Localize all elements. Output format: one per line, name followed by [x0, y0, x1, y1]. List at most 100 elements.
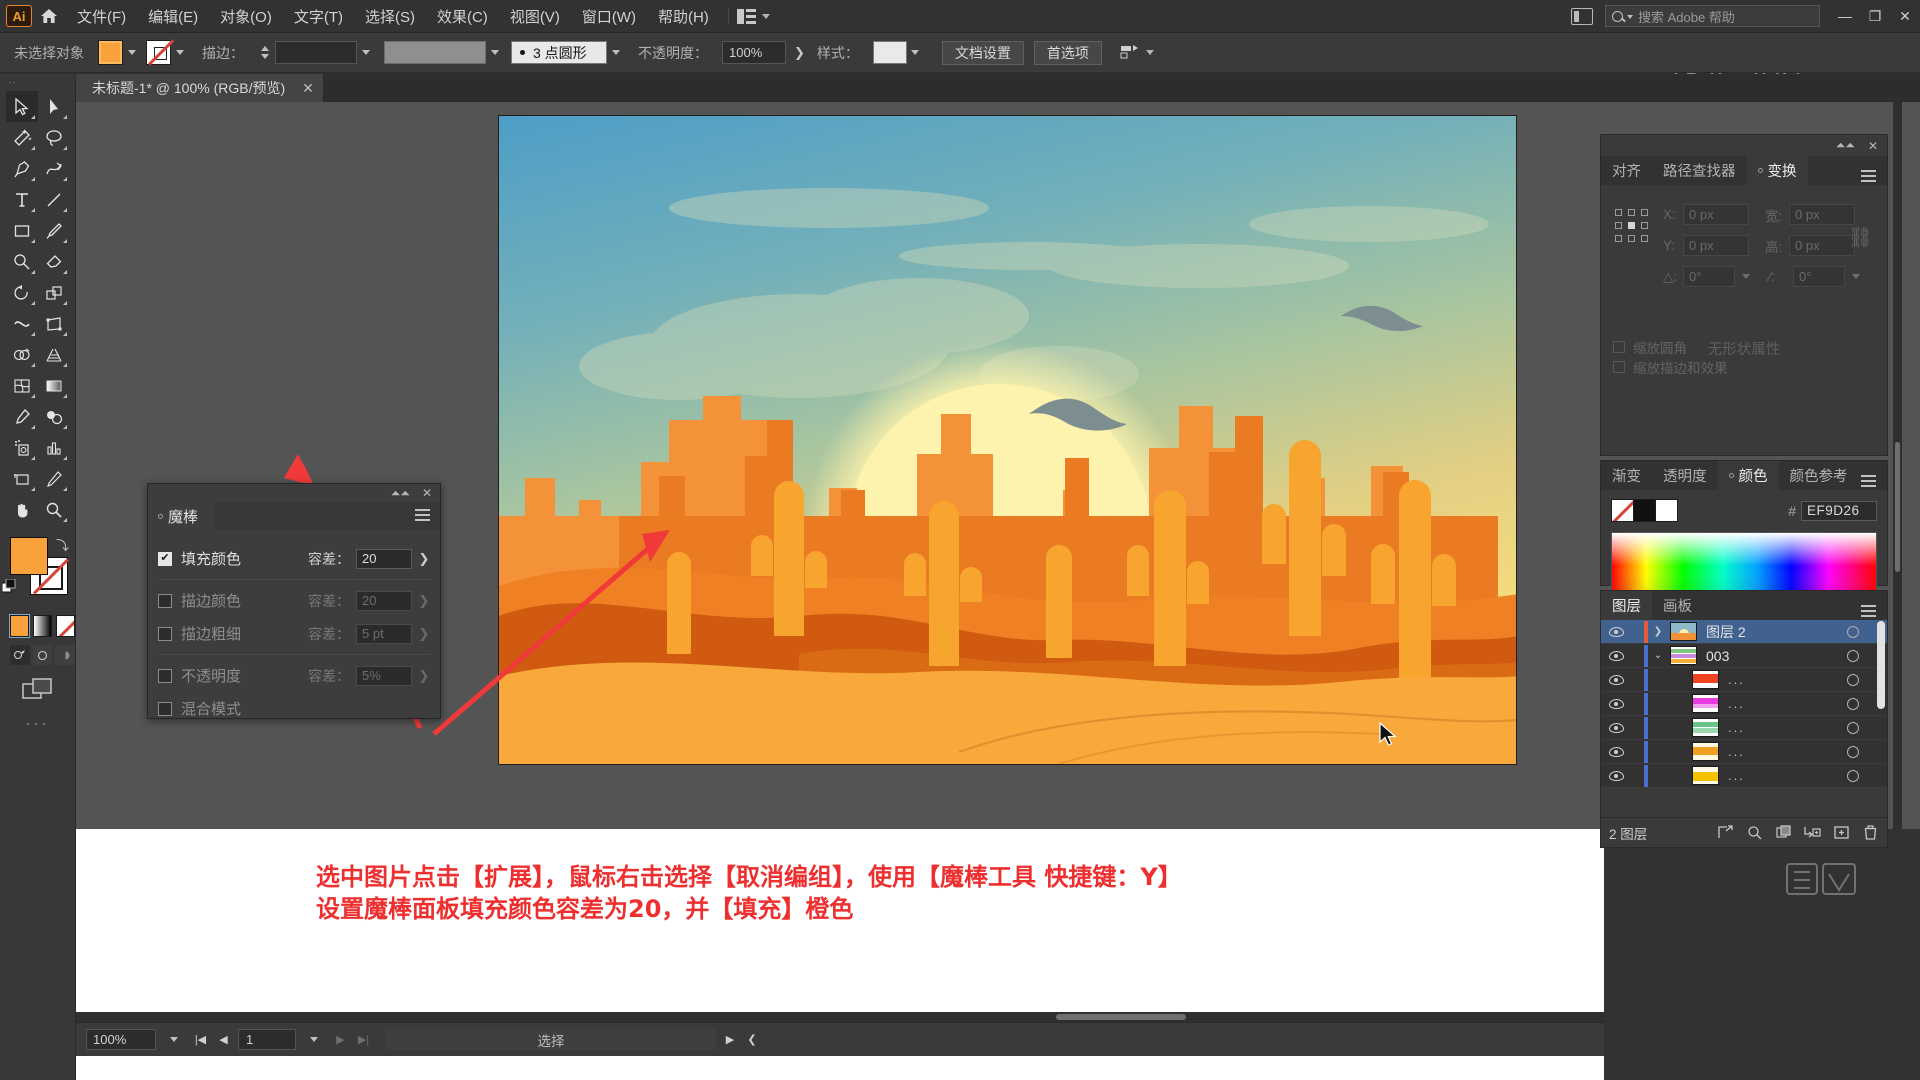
arrange-documents-icon[interactable]	[736, 8, 770, 24]
zoom-level-input[interactable]: 100%	[86, 1029, 156, 1050]
menu-select[interactable]: 选择(S)	[354, 2, 426, 31]
layer-name[interactable]: ...	[1728, 672, 1745, 687]
layer-name[interactable]: 图层 2	[1706, 622, 1746, 642]
locate-object-icon[interactable]	[1717, 824, 1734, 841]
artboard-tool[interactable]	[6, 463, 38, 494]
stroke-weight-stepper[interactable]	[258, 40, 271, 65]
width-tool[interactable]	[6, 308, 38, 339]
scale-corners-checkbox[interactable]: 缩放圆角	[1613, 337, 1875, 357]
tab-color-guide[interactable]: 颜色参考	[1779, 461, 1859, 490]
shape-builder-tool[interactable]	[6, 339, 38, 370]
menu-object[interactable]: 对象(O)	[209, 2, 283, 31]
menu-file[interactable]: 文件(F)	[66, 2, 137, 31]
canvas-vertical-scrollbar[interactable]	[1893, 102, 1902, 829]
wand-row-stroke-weight[interactable]: 描边粗细 容差： 5 pt ❯	[158, 617, 430, 650]
constrain-proportions-icon[interactable]: ⛓	[1848, 225, 1873, 250]
tab-gradient[interactable]: 渐变	[1601, 461, 1652, 490]
weight-tolerance-chevron-icon[interactable]: ❯	[418, 626, 430, 642]
layers-panel[interactable]: 图层 画板 ❯ 图层 2 ⌄ 003 ... ... ... ... ... 2…	[1600, 590, 1888, 848]
color-panel[interactable]: 渐变 透明度 颜色 颜色参考 # EF9D26	[1600, 460, 1888, 600]
screen-mode-icon[interactable]	[0, 677, 75, 701]
visibility-icon[interactable]	[1601, 770, 1631, 781]
draw-behind-icon[interactable]	[32, 645, 53, 665]
stroke-weight-dropdown[interactable]	[357, 40, 374, 65]
opacity-checkbox[interactable]	[158, 668, 172, 683]
none-button[interactable]	[56, 615, 75, 637]
hand-tool[interactable]	[6, 494, 38, 525]
new-sublayer-icon[interactable]	[1804, 824, 1821, 841]
tab-transparency[interactable]: 透明度	[1652, 461, 1718, 490]
status-collapse-icon[interactable]: ❮	[744, 1033, 760, 1046]
panel-menu-icon[interactable]	[1861, 605, 1876, 620]
black-swatch[interactable]	[1633, 499, 1656, 522]
none-swatch[interactable]	[1611, 499, 1634, 522]
curvature-tool[interactable]	[38, 153, 70, 184]
transform-panel[interactable]: ⏶⏶ ✕ 对齐 路径查找器 变换 X: 0 px 宽: 0 px Y: 0 px…	[1600, 134, 1888, 456]
eyedropper-tool[interactable]	[6, 401, 38, 432]
slice-tool[interactable]	[38, 463, 70, 494]
menu-help[interactable]: 帮助(H)	[647, 2, 720, 31]
new-layer-icon[interactable]	[1833, 824, 1850, 841]
toolbar-more-icon[interactable]: ···	[0, 715, 75, 732]
paintbrush-tool[interactable]	[38, 215, 70, 246]
layer-name[interactable]: ...	[1728, 744, 1745, 759]
layer-name[interactable]: ...	[1728, 696, 1745, 711]
align-object-icon[interactable]	[1120, 44, 1154, 61]
stroke-tolerance-input[interactable]: 20	[356, 590, 412, 611]
menu-view[interactable]: 视图(V)	[499, 2, 571, 31]
symbol-sprayer-tool[interactable]	[6, 432, 38, 463]
close-icon[interactable]: ✕	[422, 486, 432, 500]
page-number-input[interactable]: 1	[238, 1029, 296, 1050]
fill-dropdown[interactable]	[123, 40, 140, 65]
wand-row-blend-mode[interactable]: 混合模式	[158, 692, 430, 725]
line-segment-tool[interactable]	[38, 184, 70, 215]
tab-magic-wand[interactable]: 魔棒	[148, 502, 215, 530]
fill-color-swatch[interactable]	[98, 40, 123, 65]
opacity-chevron-icon[interactable]: ❯	[794, 45, 805, 61]
close-icon[interactable]: ✕	[1868, 139, 1878, 153]
magic-wand-panel[interactable]: ⏶⏶ ✕ 魔棒 填充颜色 容差： 20 ❯ 描边颜色 容差： 20 ❯	[147, 483, 441, 719]
selection-tool[interactable]	[6, 91, 38, 122]
target-indicator[interactable]	[1847, 746, 1859, 758]
column-graph-tool[interactable]	[38, 432, 70, 463]
stroke-weight-input[interactable]	[275, 41, 357, 64]
magic-wand-tool[interactable]	[6, 122, 38, 153]
first-page-icon[interactable]: |◀	[192, 1029, 209, 1050]
graphic-style-swatch[interactable]	[872, 41, 907, 64]
document-tab[interactable]: 未标题-1* @ 100% (RGB/预览) ✕	[76, 74, 324, 102]
panel-menu-icon[interactable]	[1861, 475, 1876, 490]
default-fill-stroke-icon[interactable]	[1, 578, 16, 593]
scale-tool[interactable]	[38, 277, 70, 308]
eraser-tool[interactable]	[38, 246, 70, 277]
shaper-tool[interactable]	[6, 246, 38, 277]
lasso-tool[interactable]	[38, 122, 70, 153]
visibility-icon[interactable]	[1601, 626, 1631, 637]
collapse-icon[interactable]: ⏶⏶	[1836, 138, 1855, 153]
home-icon[interactable]	[32, 4, 66, 28]
menu-type[interactable]: 文字(T)	[283, 2, 354, 31]
stroke-color-checkbox[interactable]	[158, 593, 172, 608]
chevron-right-icon[interactable]: ❯	[1648, 626, 1668, 637]
scale-strokes-effects-checkbox[interactable]: 缩放描边和效果	[1613, 357, 1875, 377]
status-text[interactable]: 选择	[386, 1029, 716, 1050]
visibility-icon[interactable]	[1601, 722, 1631, 733]
blend-tool[interactable]	[38, 401, 70, 432]
type-tool[interactable]	[6, 184, 38, 215]
delete-icon[interactable]	[1862, 824, 1879, 841]
rotate-tool[interactable]	[6, 277, 38, 308]
pen-tool[interactable]	[6, 153, 38, 184]
fill-color-box[interactable]	[10, 537, 48, 575]
zoom-tool[interactable]	[38, 494, 70, 525]
canvas-horizontal-scrollbar[interactable]	[76, 1012, 1604, 1022]
preferences-button[interactable]: 首选项	[1033, 40, 1102, 65]
layer-name[interactable]: ...	[1728, 768, 1745, 783]
x-input[interactable]: 0 px	[1683, 204, 1749, 225]
draw-inside-icon[interactable]	[55, 645, 76, 665]
tab-align[interactable]: 对齐	[1601, 156, 1652, 185]
weight-tolerance-input[interactable]: 5 pt	[356, 623, 412, 644]
white-swatch[interactable]	[1655, 499, 1678, 522]
maximize-button[interactable]: ❐	[1860, 0, 1890, 33]
free-transform-tool[interactable]	[38, 308, 70, 339]
search-input[interactable]: 搜索 Adobe 帮助	[1605, 5, 1820, 27]
tab-artboards[interactable]: 画板	[1652, 591, 1703, 620]
